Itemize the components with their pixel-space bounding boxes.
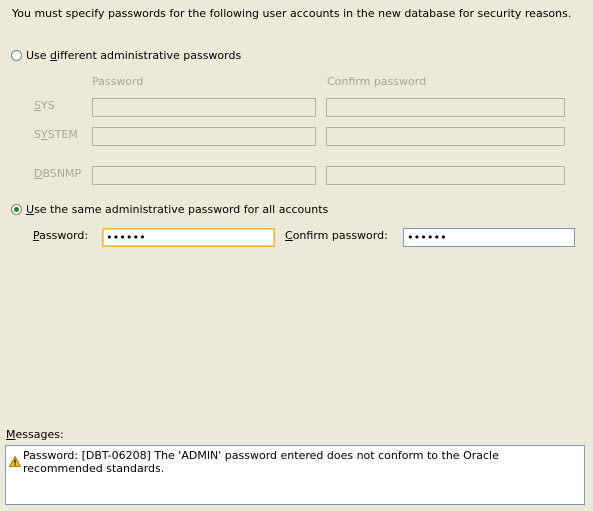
radio-same-password[interactable]: Use the same administrative password for… — [11, 201, 328, 217]
dbsnmp-password-field[interactable] — [92, 166, 316, 185]
column-header-confirm: Confirm password — [327, 75, 427, 88]
radio-different-passwords[interactable]: Use different administrative passwords — [11, 47, 241, 63]
user-label-sys: SYS — [34, 99, 55, 112]
sys-password-field[interactable] — [92, 98, 316, 117]
confirm-password-label: Confirm password: — [285, 229, 388, 242]
system-password-field[interactable] — [92, 127, 316, 146]
message-text: Password: [DBT-06208] The 'ADMIN' passwo… — [23, 449, 499, 475]
radio-same-label: Use the same administrative password for… — [26, 202, 329, 216]
intro-text: You must specify passwords for the follo… — [12, 7, 572, 20]
system-confirm-field[interactable] — [326, 127, 565, 146]
messages-box[interactable]: Password: [DBT-06208] The 'ADMIN' passwo… — [5, 445, 585, 505]
radio-button-unchecked[interactable] — [11, 49, 22, 61]
user-label-dbsnmp: DBSNMP — [34, 167, 82, 180]
password-input[interactable]: •••••• — [102, 228, 275, 247]
password-label: Password: — [33, 229, 89, 242]
radio-button-checked[interactable] — [11, 203, 22, 215]
confirm-password-input[interactable]: •••••• — [403, 228, 575, 247]
sys-confirm-field[interactable] — [326, 98, 565, 117]
user-label-system: SYSTEM — [34, 128, 78, 141]
messages-label: Messages: — [6, 428, 64, 441]
column-header-password: Password — [92, 75, 144, 88]
warning-icon — [9, 456, 21, 467]
radio-different-label: Use different administrative passwords — [26, 48, 242, 62]
dbsnmp-confirm-field[interactable] — [326, 166, 565, 185]
